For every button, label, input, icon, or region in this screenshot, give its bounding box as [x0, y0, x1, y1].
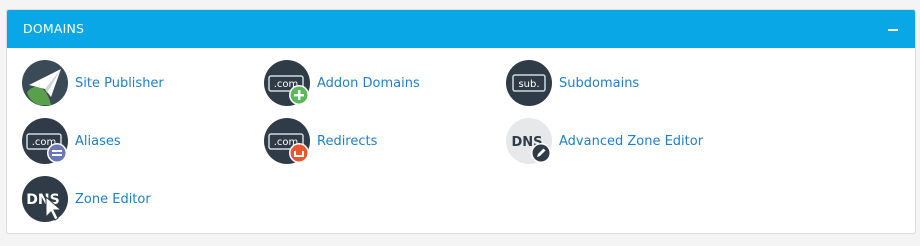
redirects-link[interactable]: .com Redirects [263, 117, 377, 165]
aliases-link[interactable]: .com Aliases [21, 117, 121, 165]
sub-icon: sub. [505, 59, 553, 107]
item-label: Redirects [317, 133, 378, 149]
item-label: Aliases [75, 133, 121, 149]
item-label: Advanced Zone Editor [559, 133, 704, 149]
com-plus-icon: .com [263, 59, 311, 107]
panel-title: DOMAINS [23, 21, 85, 36]
paper-plane-icon [21, 59, 69, 107]
zone-editor-link[interactable]: DNS Zone Editor [21, 175, 151, 223]
item-label: Site Publisher [75, 75, 164, 91]
item-label: Subdomains [559, 75, 640, 91]
advanced-zone-editor-link[interactable]: DNS Advanced Zone Editor [505, 117, 703, 165]
item-label: Addon Domains [317, 75, 420, 91]
collapse-button[interactable] [883, 18, 905, 40]
domains-panel: DOMAINS Site Publisher .com Addon Domain… [6, 9, 916, 234]
item-label: Zone Editor [75, 191, 151, 207]
com-equals-icon: .com [21, 117, 69, 165]
addon-domains-link[interactable]: .com Addon Domains [263, 59, 420, 107]
panel-header[interactable]: DOMAINS [7, 10, 915, 48]
dns-edit-icon: DNS [505, 117, 553, 165]
site-publisher-link[interactable]: Site Publisher [21, 59, 164, 107]
subdomains-link[interactable]: sub. Subdomains [505, 59, 639, 107]
com-redirect-icon: .com [263, 117, 311, 165]
dns-cursor-icon: DNS [21, 175, 69, 223]
icon-text: sub. [518, 79, 539, 90]
